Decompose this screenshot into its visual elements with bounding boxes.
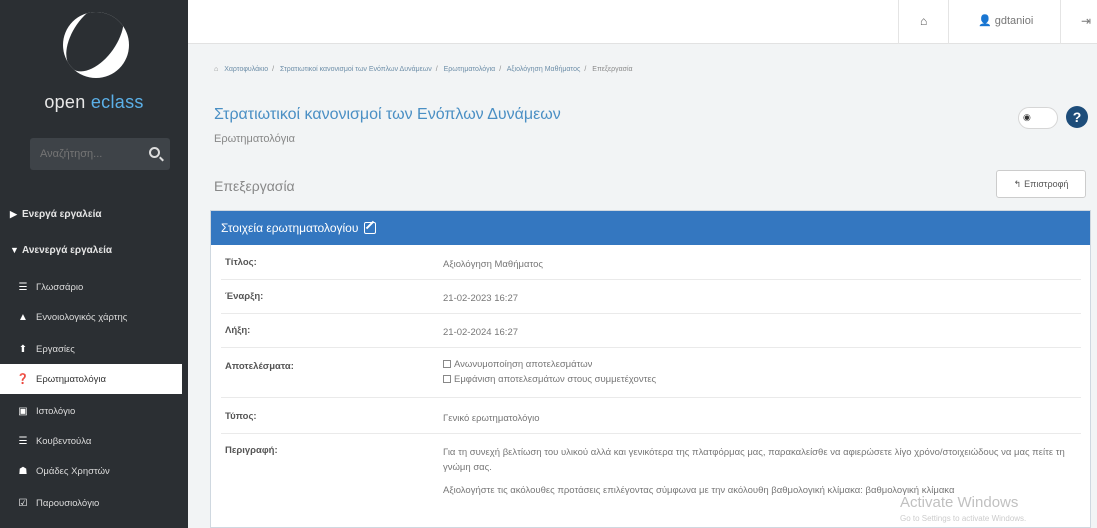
detail-label: Τύπος: bbox=[225, 411, 257, 422]
sidebar-item-label: Εννοιολογικός χάρτης bbox=[36, 311, 128, 323]
reply-icon: ↰ bbox=[1013, 178, 1022, 189]
home-icon[interactable]: ⌂ bbox=[920, 14, 927, 28]
detail-value: Γενικό ερωτηματολόγιο bbox=[443, 413, 540, 424]
list-icon: ☰ bbox=[18, 281, 28, 293]
detail-value: 21-02-2024 16:27 bbox=[443, 327, 519, 338]
sidebar-item-label: Κουβεντούλα bbox=[36, 435, 92, 447]
sidebar-item-blog[interactable]: ▣ Ιστολόγιο bbox=[0, 396, 182, 426]
upload-icon: ⬆ bbox=[18, 343, 28, 355]
divider bbox=[221, 397, 1081, 398]
home-icon[interactable]: ⌂ bbox=[214, 66, 218, 73]
questionnaire-details-panel: Στοιχεία ερωτηματολογίου Τίτλος: Αξιολόγ… bbox=[210, 210, 1091, 528]
breadcrumb: ⌂ Χαρτοφυλάκιο / Στρατιωτικοί κανονισμοί … bbox=[214, 66, 633, 73]
divider bbox=[221, 347, 1081, 348]
option-anonymize: Ανωνυμοποίηση αποτελεσμάτων bbox=[443, 357, 1073, 372]
sidebar-item-label: Ερωτηματολόγια bbox=[36, 373, 106, 385]
activate-windows-subtext: Go to Settings to activate Windows. bbox=[900, 514, 1027, 523]
sitemap-icon: ▲ bbox=[18, 311, 28, 323]
return-label: Επιστροφή bbox=[1024, 179, 1069, 189]
results-options: Ανωνυμοποίηση αποτελεσμάτων Εμφάνιση απο… bbox=[443, 357, 1073, 387]
help-icon[interactable]: ? bbox=[1066, 106, 1088, 128]
divider bbox=[221, 279, 1081, 280]
breadcrumb-item-questionnaires[interactable]: Ερωτηματολόγια bbox=[444, 66, 496, 73]
detail-label: Λήξη: bbox=[225, 325, 251, 336]
sidebar-item-assignments[interactable]: ⬆ Εργασίες bbox=[0, 334, 182, 364]
top-bar: ⌂ 👤 gdtanioi ⇥ bbox=[188, 0, 1097, 44]
panel-header: Στοιχεία ερωτηματολογίου bbox=[211, 211, 1090, 245]
detail-value: Αξιολόγηση Μαθήματος bbox=[443, 259, 543, 270]
course-title[interactable]: Στρατιωτικοί κανονισμοί των Ενόπλων Δυνά… bbox=[214, 106, 561, 124]
sidebar-item-user-groups[interactable]: ☗ Ομάδες Χρηστών bbox=[0, 456, 182, 486]
detail-label: Αποτελέσματα: bbox=[225, 361, 294, 372]
question-circle-icon: ❓ bbox=[16, 373, 30, 385]
eclass-logo-icon bbox=[63, 12, 129, 78]
search-box bbox=[30, 138, 170, 170]
search-input[interactable] bbox=[30, 138, 140, 170]
page-subtitle: Ερωτηματολόγια bbox=[214, 133, 296, 145]
divider bbox=[221, 433, 1081, 434]
sidebar: open eclass ▶ Ενεργά εργαλεία ▼ Ανενεργά… bbox=[0, 0, 188, 528]
breadcrumb-item-course[interactable]: Στρατιωτικοί κανονισμοί των Ενόπλων Δυνά… bbox=[280, 66, 432, 73]
search-icon[interactable] bbox=[149, 147, 160, 158]
description-paragraph: Για τη συνεχή βελτίωση του υλικού αλλά κ… bbox=[443, 447, 1065, 473]
breadcrumb-item-portfolio[interactable]: Χαρτοφυλάκιο bbox=[224, 66, 268, 73]
breadcrumb-item-current: Επεξεργασία bbox=[592, 66, 633, 73]
chat-icon: ☰ bbox=[18, 435, 28, 447]
checkbox-icon bbox=[443, 360, 451, 368]
panel-title: Στοιχεία ερωτηματολογίου bbox=[221, 221, 359, 235]
users-icon: ☗ bbox=[18, 465, 28, 477]
detail-label: Περιγραφή: bbox=[225, 445, 278, 456]
blog-icon: ▣ bbox=[18, 405, 28, 417]
sidebar-item-attendance[interactable]: ☑ Παρουσιολόγιο bbox=[0, 488, 182, 518]
sidebar-section-active-tools[interactable]: ▶ Ενεργά εργαλεία bbox=[0, 196, 188, 232]
sidebar-item-glossary[interactable]: ☰ Γλωσσάριο bbox=[0, 272, 182, 302]
checkbox-icon bbox=[443, 375, 451, 383]
chevron-right-icon: ▶ bbox=[10, 208, 17, 219]
sidebar-item-chat[interactable]: ☰ Κουβεντούλα bbox=[0, 426, 182, 456]
logo[interactable]: open eclass bbox=[0, 0, 188, 140]
user-menu[interactable]: 👤 gdtanioi bbox=[978, 14, 1033, 27]
sidebar-item-label: Ιστολόγιο bbox=[36, 405, 76, 417]
return-button[interactable]: ↰ Επιστροφή bbox=[996, 170, 1086, 198]
detail-label: Τίτλος: bbox=[225, 257, 257, 268]
section-label: Ανενεργά εργαλεία bbox=[22, 244, 113, 256]
page-title: Επεξεργασία bbox=[214, 178, 295, 194]
section-label: Ενεργά εργαλεία bbox=[22, 208, 102, 220]
sidebar-item-questionnaires[interactable]: ❓ Ερωτηματολόγια bbox=[0, 364, 182, 394]
sidebar-item-label: Γλωσσάριο bbox=[36, 281, 84, 293]
user-icon: 👤 bbox=[978, 15, 992, 27]
detail-label: Έναρξη: bbox=[225, 291, 264, 302]
sidebar-section-inactive-tools[interactable]: ▼ Ανενεργά εργαλεία bbox=[0, 232, 188, 268]
breadcrumb-item-evaluation[interactable]: Αξιολόγηση Μαθήματος bbox=[507, 66, 581, 73]
eye-icon: ◉ bbox=[1023, 112, 1031, 122]
check-square-icon: ☑ bbox=[18, 497, 28, 509]
logout-icon[interactable]: ⇥ bbox=[1081, 14, 1091, 28]
divider bbox=[898, 0, 899, 44]
view-toggle[interactable]: ◉ bbox=[1018, 107, 1058, 129]
username: gdtanioi bbox=[994, 15, 1034, 27]
sidebar-item-label: Εργασίες bbox=[36, 343, 75, 355]
activate-windows-watermark: Activate Windows bbox=[900, 494, 1019, 511]
logo-text: open eclass bbox=[44, 92, 144, 112]
divider bbox=[1060, 0, 1061, 44]
divider bbox=[948, 0, 949, 44]
detail-value: 21-02-2023 16:27 bbox=[443, 293, 519, 304]
sidebar-item-label: Ομάδες Χρηστών bbox=[36, 465, 110, 477]
sidebar-item-label: Παρουσιολόγιο bbox=[36, 497, 100, 509]
edit-icon[interactable] bbox=[364, 222, 377, 234]
option-show-results: Εμφάνιση αποτελεσμάτων στους συμμετέχοντ… bbox=[443, 372, 1073, 387]
description-text: Για τη συνεχή βελτίωση του υλικού αλλά κ… bbox=[443, 445, 1073, 498]
sidebar-item-concept-map[interactable]: ▲ Εννοιολογικός χάρτης bbox=[0, 302, 182, 332]
divider bbox=[221, 313, 1081, 314]
chevron-down-icon: ▼ bbox=[10, 245, 19, 255]
